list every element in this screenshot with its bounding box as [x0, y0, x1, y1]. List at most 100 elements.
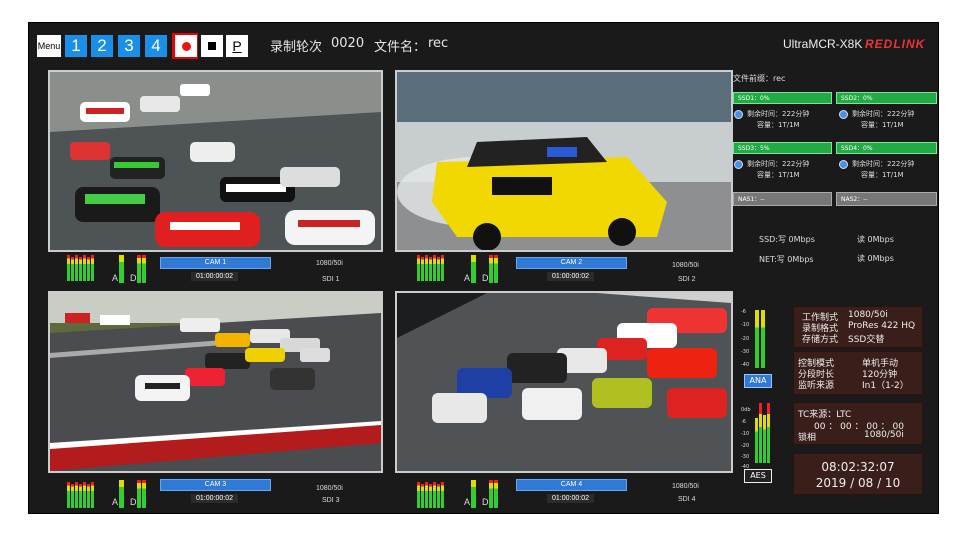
cam1-meter-group: [67, 251, 97, 281]
cam3-analog-meter: [119, 478, 127, 508]
view-2-button[interactable]: 2: [91, 35, 113, 57]
ana-button[interactable]: ANA: [744, 374, 772, 388]
cam1-analog-label: A: [112, 273, 119, 283]
ssd2-remaining: 剩余时间：222分钟: [852, 110, 915, 118]
ana-scale-3: -20: [741, 336, 750, 342]
cam4-analog-meter: [471, 478, 479, 508]
cam2-digital-meter: [489, 253, 501, 283]
cam3-digital-label: D: [130, 497, 137, 507]
file-prefix: 文件前缀：rec: [733, 74, 786, 83]
cam3-source: SDI 3: [322, 497, 340, 504]
cam4-image: [397, 293, 731, 471]
record-icon: [181, 41, 191, 51]
cam4-digital-meter: [489, 478, 501, 508]
cam1-timecode: 01:00:00:02: [191, 272, 238, 281]
cam2-timecode: 01:00:00:02: [547, 272, 594, 281]
ana-scale-1: -6: [741, 309, 746, 315]
model-name: UltraMCR-X8K: [783, 37, 863, 51]
ssd3-status[interactable]: SSD3：5%: [733, 142, 832, 154]
cam2-label[interactable]: CAM 2: [516, 257, 627, 269]
cam2-preview[interactable]: [395, 70, 733, 252]
storage-mode-value: SSD交替: [848, 335, 885, 345]
clock-date: 2019 / 08 / 10: [815, 476, 901, 490]
record-format-value: ProRes 422 HQ: [848, 321, 916, 331]
ana-scale-2: -10: [741, 322, 750, 328]
ssd2-status[interactable]: SSD2：0%: [836, 92, 937, 104]
cam3-format: 1080/50i: [316, 485, 343, 492]
cam2-meter-group: [417, 251, 447, 281]
ssd4-indicator-icon: [839, 160, 848, 169]
filename-label: 文件名：: [374, 40, 427, 55]
aes-scale-4: -30: [741, 454, 750, 460]
ssd4-remaining: 剩余时间：222分钟: [852, 160, 915, 168]
view-4-button[interactable]: 4: [145, 35, 167, 57]
cam1-image: [50, 72, 381, 250]
cam1-digital-label: D: [130, 273, 137, 283]
cam3-preview[interactable]: [48, 291, 383, 473]
cam3-analog-label: A: [112, 497, 119, 507]
aes-scale-2: -10: [741, 431, 750, 437]
view-1-button[interactable]: 1: [65, 35, 87, 57]
cam3-label[interactable]: CAM 3: [160, 479, 271, 491]
view-3-button[interactable]: 3: [118, 35, 140, 57]
ssd1-remaining: 剩余时间：222分钟: [747, 110, 810, 118]
stop-button[interactable]: [201, 35, 223, 57]
cam3-digital-meter: [137, 478, 149, 508]
ssd4-status[interactable]: SSD4：0%: [836, 142, 937, 154]
nas2-status[interactable]: NAS2：--: [836, 192, 937, 206]
record-round-value: 0020: [331, 36, 365, 51]
aes-scale-0: 0db: [741, 407, 751, 413]
cam3-timecode: 01:00:00:02: [191, 494, 238, 503]
work-mode-value: 1080/50i: [848, 310, 888, 320]
cam1-source: SDI 1: [322, 276, 340, 283]
ssd4-capacity: 容量：1T/1M: [861, 171, 904, 179]
monitor-source-value: In1（1-2）: [862, 381, 909, 391]
net-write-rate: NET:写 0Mbps: [759, 255, 814, 264]
cam1-preview[interactable]: [48, 70, 383, 252]
playback-button[interactable]: P: [226, 35, 248, 57]
cam2-analog-label: A: [464, 273, 471, 283]
nas1-status[interactable]: NAS1：--: [733, 192, 832, 206]
menu-button[interactable]: Menu: [37, 35, 61, 57]
clock-time: 08:02:32:07: [821, 460, 895, 474]
genlock-value: 1080/50i: [864, 430, 904, 440]
ssd-write-rate: SSD:写 0Mbps: [759, 235, 815, 244]
ana-scale-4: -30: [741, 349, 750, 355]
cam1-analog-meter: [119, 253, 127, 283]
ssd3-capacity: 容量：1T/1M: [757, 171, 800, 179]
cam2-digital-label: D: [482, 273, 489, 283]
stop-icon: [208, 42, 216, 50]
cam4-timecode: 01:00:00:02: [547, 494, 594, 503]
recorder-screen: Menu 1 2 3 4 P 录制轮次 0020 文件名： rec UltraM…: [28, 22, 939, 514]
ana-meter: [755, 308, 767, 368]
cam2-source: SDI 2: [678, 276, 696, 283]
cam4-digital-label: D: [482, 497, 489, 507]
ssd1-capacity: 容量：1T/1M: [757, 121, 800, 129]
cam1-digital-meter: [137, 253, 149, 283]
cam4-label[interactable]: CAM 4: [516, 479, 627, 491]
cam4-analog-label: A: [464, 497, 471, 507]
cam4-preview[interactable]: [395, 291, 733, 473]
storage-mode-label: 存储方式: [802, 335, 839, 345]
aes-scale-1: -6: [741, 419, 746, 425]
cam1-label[interactable]: CAM 1: [160, 257, 271, 269]
ssd2-capacity: 容量：1T/1M: [861, 121, 904, 129]
aes-meter: [755, 401, 771, 463]
cam1-format: 1080/50i: [316, 260, 343, 267]
record-button[interactable]: [175, 35, 197, 57]
aes-button[interactable]: AES: [744, 469, 772, 483]
ana-scale-5: -40: [741, 362, 750, 368]
record-round-label: 录制轮次: [270, 40, 323, 55]
cam3-meter-group: [67, 478, 97, 508]
work-mode-box: 工作制式 1080/50i 录制格式 ProRes 422 HQ 存储方式 SS…: [793, 306, 923, 348]
clock-box: 08:02:32:07 2019 / 08 / 10: [793, 453, 923, 495]
ssd3-indicator-icon: [734, 160, 743, 169]
cam3-image: [50, 293, 381, 471]
ssd-read-rate: 读 0Mbps: [857, 235, 894, 244]
cam2-analog-meter: [471, 253, 479, 283]
ssd1-status[interactable]: SSD1：0%: [733, 92, 832, 104]
ssd3-remaining: 剩余时间：222分钟: [747, 160, 810, 168]
top-toolbar: Menu 1 2 3 4 P 录制轮次 0020 文件名： rec UltraM…: [29, 23, 938, 67]
net-read-rate: 读 0Mbps: [857, 254, 894, 263]
genlock-label: 锁相: [798, 433, 817, 443]
